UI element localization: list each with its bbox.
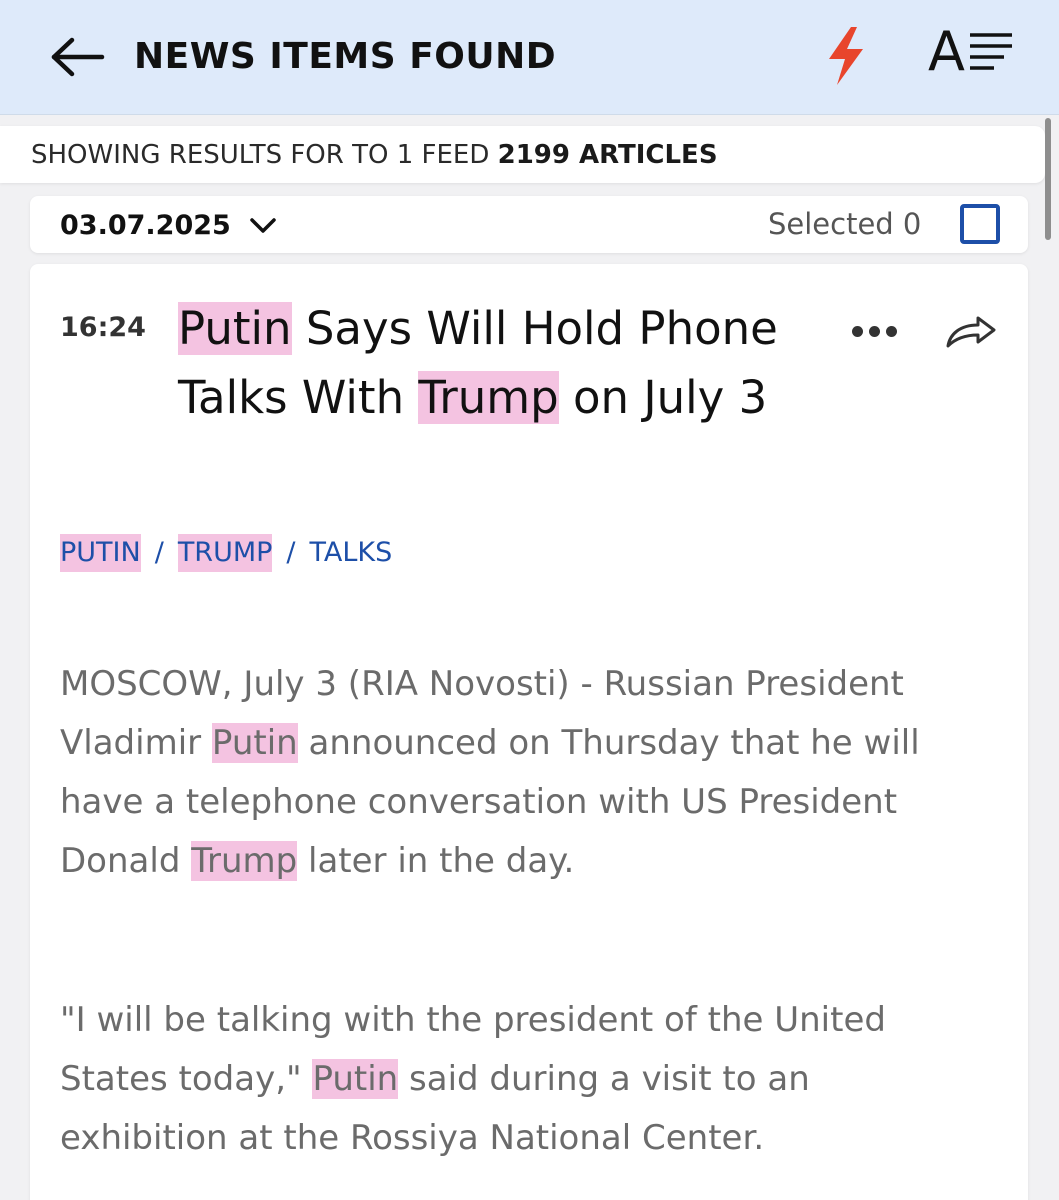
date-dropdown[interactable]: 03.07.2025 (60, 207, 277, 243)
article-title[interactable]: Putin Says Will Hold Phone Talks With Tr… (178, 294, 788, 432)
share-button[interactable] (944, 312, 1004, 352)
tag-separator: / (154, 537, 164, 568)
article-paragraph-1: MOSCOW, July 3 (RIA Novosti) - Russian P… (60, 655, 960, 891)
title-text-end: on July 3 (558, 371, 768, 424)
scrollbar[interactable] (1045, 118, 1051, 240)
results-summary: SHOWING RESULTS FOR TO 1 FEED 2199 ARTIC… (0, 126, 1045, 183)
back-button[interactable] (50, 34, 106, 80)
tag-talks[interactable]: TALKS (310, 534, 393, 572)
app: NEWS ITEMS FOUND A SHOWING RESULTS FOR T… (0, 0, 1059, 1200)
arrow-left-icon (51, 37, 105, 77)
more-options-button[interactable] (844, 318, 904, 344)
paragraph-text: later in the day. (297, 841, 575, 881)
date-label: 03.07.2025 (60, 209, 231, 241)
results-count: 2199 ARTICLES (497, 140, 718, 170)
article-time: 16:24 (60, 312, 146, 343)
article-card: 16:24 Putin Says Will Hold Phone Talks W… (30, 264, 1028, 1200)
highlight-trump: Trump (191, 841, 298, 881)
selected-count: Selected 0 (768, 207, 922, 241)
flash-news-button[interactable] (820, 24, 872, 88)
share-arrow-icon (946, 316, 996, 348)
lightning-bolt-icon (829, 27, 863, 85)
title-highlight-putin: Putin (178, 302, 292, 355)
date-bar: 03.07.2025 Selected 0 (30, 196, 1028, 253)
more-dots-icon (851, 325, 863, 337)
tag-trump[interactable]: TRUMP (177, 534, 273, 572)
highlight-putin: Putin (312, 1059, 399, 1099)
results-text: SHOWING RESULTS FOR TO 1 FEED 2199 ARTIC… (31, 140, 718, 170)
page-title: NEWS ITEMS FOUND (134, 36, 557, 77)
chevron-down-icon (250, 218, 276, 233)
select-all-checkbox[interactable] (960, 204, 1000, 244)
tag-putin[interactable]: PUTIN (60, 534, 141, 572)
results-prefix: SHOWING RESULTS FOR TO 1 FEED (31, 140, 490, 170)
article-paragraph-2: "I will be talking with the president of… (60, 991, 960, 1168)
tag-separator: / (286, 537, 296, 568)
top-app-bar: NEWS ITEMS FOUND A (0, 0, 1059, 115)
text-size-button[interactable]: A (926, 22, 1018, 82)
tag-list: PUTIN / TRUMP / TALKS (60, 534, 392, 572)
highlight-putin: Putin (211, 723, 298, 763)
title-highlight-trump: Trump (418, 371, 559, 424)
